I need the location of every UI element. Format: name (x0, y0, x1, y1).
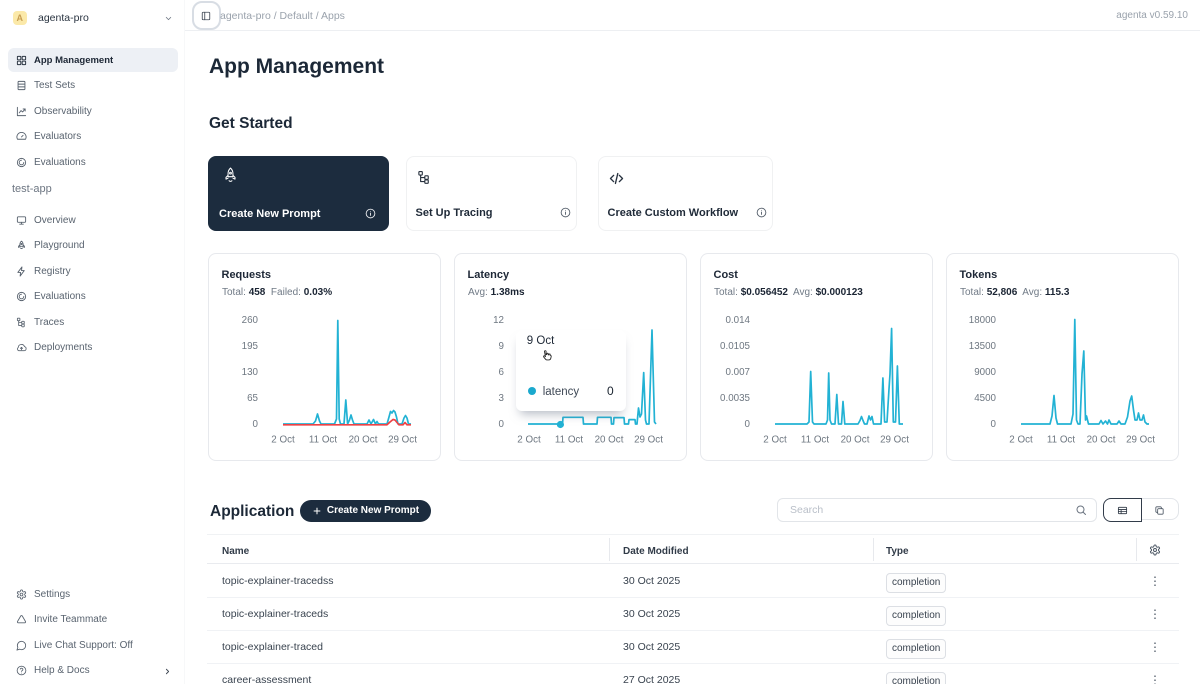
svg-text:0.007: 0.007 (725, 367, 750, 378)
svg-text:11 Oct: 11 Oct (801, 435, 829, 446)
svg-text:6: 6 (499, 367, 505, 378)
svg-text:13500: 13500 (969, 341, 997, 352)
svg-text:0: 0 (499, 419, 505, 430)
svg-text:11 Oct: 11 Oct (555, 435, 583, 446)
svg-text:0.0035: 0.0035 (720, 393, 751, 404)
svg-text:29 Oct: 29 Oct (388, 435, 417, 446)
svg-text:20 Oct: 20 Oct (595, 435, 624, 446)
svg-text:20 Oct: 20 Oct (1087, 435, 1116, 446)
svg-text:20 Oct: 20 Oct (841, 435, 870, 446)
svg-text:0: 0 (745, 419, 751, 430)
svg-text:20 Oct: 20 Oct (349, 435, 378, 446)
svg-text:0.0105: 0.0105 (720, 341, 751, 352)
svg-text:0: 0 (991, 419, 997, 430)
svg-text:195: 195 (242, 341, 259, 352)
svg-text:260: 260 (242, 315, 259, 326)
svg-text:2 Oct: 2 Oct (517, 435, 541, 446)
svg-text:130: 130 (242, 367, 259, 378)
svg-text:9000: 9000 (974, 367, 996, 378)
svg-text:2 Oct: 2 Oct (271, 435, 295, 446)
svg-text:0.014: 0.014 (725, 315, 750, 326)
svg-text:4500: 4500 (974, 393, 996, 404)
svg-text:29 Oct: 29 Oct (634, 435, 663, 446)
svg-text:0: 0 (253, 419, 259, 430)
svg-text:18000: 18000 (969, 315, 997, 326)
svg-text:29 Oct: 29 Oct (1126, 435, 1155, 446)
svg-text:2 Oct: 2 Oct (1009, 435, 1033, 446)
svg-text:3: 3 (499, 393, 505, 404)
svg-text:29 Oct: 29 Oct (880, 435, 909, 446)
svg-text:11 Oct: 11 Oct (1047, 435, 1075, 446)
svg-text:2 Oct: 2 Oct (763, 435, 787, 446)
svg-text:65: 65 (247, 393, 258, 404)
svg-text:12: 12 (493, 315, 504, 326)
svg-text:9: 9 (499, 341, 504, 352)
svg-text:11 Oct: 11 Oct (309, 435, 337, 446)
